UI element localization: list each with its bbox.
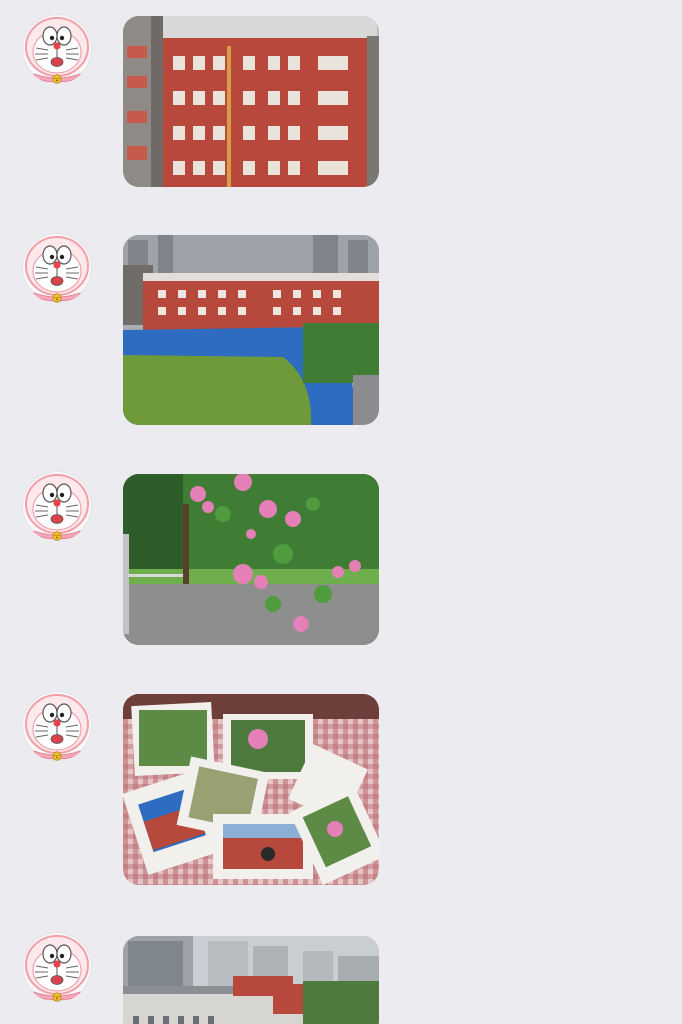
city-skyline-image [123, 936, 379, 1024]
doraemon-avatar-icon [22, 233, 92, 303]
image-message-printed-photos[interactable] [123, 694, 379, 885]
image-message-city-skyline[interactable] [123, 936, 379, 1024]
sender-avatar[interactable] [22, 691, 92, 761]
image-message-sports-field[interactable] [123, 235, 379, 425]
sender-avatar[interactable] [22, 14, 92, 84]
doraemon-avatar-icon [22, 471, 92, 541]
sender-avatar[interactable] [22, 471, 92, 541]
image-message-pink-roses[interactable] [123, 474, 379, 645]
doraemon-avatar-icon [22, 691, 92, 761]
image-message-school-building[interactable] [123, 16, 379, 187]
pink-roses-image [123, 474, 379, 645]
sender-avatar[interactable] [22, 932, 92, 1002]
sender-avatar[interactable] [22, 233, 92, 303]
school-building-image [123, 16, 379, 187]
doraemon-avatar-icon [22, 932, 92, 1002]
sports-field-image [123, 235, 379, 425]
doraemon-avatar-icon [22, 14, 92, 84]
chat-message-list[interactable] [0, 0, 682, 1024]
printed-photos-image [123, 694, 379, 885]
